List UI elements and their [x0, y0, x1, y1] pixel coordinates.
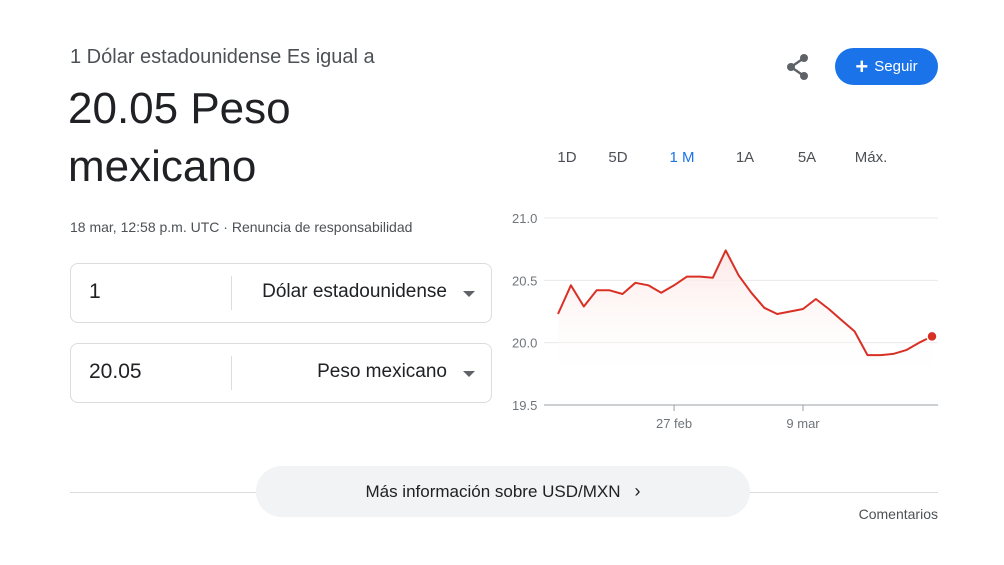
data-point: [659, 291, 663, 295]
more-info-label: Más información sobre USD/MXN: [365, 481, 621, 501]
follow-button[interactable]: + Seguir: [835, 48, 938, 85]
data-point: [737, 273, 741, 277]
chevron-down-icon[interactable]: [463, 371, 475, 377]
plus-icon: +: [855, 53, 869, 79]
from-currency-select[interactable]: Dólar estadounidense: [262, 281, 447, 303]
conversion-subtitle: 1 Dólar estadounidense Es igual a: [70, 46, 375, 68]
range-tab-3[interactable]: 1A: [714, 146, 776, 170]
data-point: [891, 352, 895, 356]
to-currency-row: 20.05 Peso mexicano: [70, 343, 492, 403]
y-tick-label: 19.5: [512, 398, 537, 413]
data-point: [646, 283, 650, 287]
timestamp-text: 18 mar, 12:58 p.m. UTC ·: [70, 219, 232, 235]
data-point: [685, 275, 689, 279]
range-tab-5[interactable]: Máx.: [838, 146, 904, 170]
chevron-down-icon[interactable]: [463, 291, 475, 297]
range-tab-2[interactable]: 1 M: [650, 146, 714, 170]
more-info-button[interactable]: Más información sobre USD/MXN ›: [256, 466, 750, 517]
data-point: [724, 248, 728, 252]
field-separator: [231, 356, 232, 390]
data-point: [749, 291, 753, 295]
share-icon: [787, 54, 808, 80]
range-tabs: 1D 5D 1 M 1A 5A Máx.: [548, 146, 904, 170]
data-point: [814, 297, 818, 301]
data-point: [633, 281, 637, 285]
data-point: [608, 288, 612, 292]
range-tab-1[interactable]: 5D: [586, 146, 650, 170]
feedback-link[interactable]: Comentarios: [859, 506, 938, 522]
exchange-rate-chart: 21.0 20.5 20.0 19.5 27 feb 9 mar: [512, 211, 938, 431]
share-button[interactable]: [782, 51, 814, 83]
data-point: [569, 283, 573, 287]
data-point: [788, 310, 792, 314]
data-point: [866, 353, 870, 357]
y-tick-label: 21.0: [512, 211, 537, 226]
data-point: [762, 306, 766, 310]
data-point: [672, 283, 676, 287]
to-currency-select[interactable]: Peso mexicano: [317, 361, 447, 383]
data-point: [775, 312, 779, 316]
range-tab-4[interactable]: 5A: [776, 146, 838, 170]
data-point: [853, 329, 857, 333]
conversion-result-line-1: 20.05 Peso: [68, 84, 291, 133]
conversion-result: 20.05 Peso mexicano: [68, 80, 488, 196]
conversion-result-line-2: mexicano: [68, 142, 257, 191]
data-point: [904, 348, 908, 352]
follow-label: Seguir: [874, 58, 918, 75]
series-area-fill: [558, 250, 932, 384]
data-point: [840, 318, 844, 322]
timestamp: 18 mar, 12:58 p.m. UTC · Renuncia de res…: [70, 219, 412, 235]
data-point: [556, 312, 560, 316]
y-tick-label: 20.0: [512, 336, 537, 351]
from-amount-input[interactable]: 1: [89, 280, 101, 304]
from-currency-row: 1 Dólar estadounidense: [70, 263, 492, 323]
y-tick-label: 20.5: [512, 273, 537, 288]
data-point: [698, 275, 702, 279]
field-separator: [231, 276, 232, 310]
data-point: [595, 288, 599, 292]
data-point: [620, 292, 624, 296]
disclaimer-link[interactable]: Renuncia de responsabilidad: [232, 219, 413, 235]
x-tick-label: 27 feb: [656, 416, 692, 431]
current-value-dot: [926, 330, 938, 343]
range-tab-0[interactable]: 1D: [548, 146, 586, 170]
data-point: [878, 353, 882, 357]
x-tick-label: 9 mar: [786, 416, 820, 431]
data-point: [801, 307, 805, 311]
data-point: [917, 341, 921, 345]
data-point: [827, 307, 831, 311]
chevron-right-icon: ›: [634, 481, 641, 501]
data-point: [711, 276, 715, 280]
data-point: [582, 305, 586, 309]
to-amount-input[interactable]: 20.05: [89, 360, 142, 384]
